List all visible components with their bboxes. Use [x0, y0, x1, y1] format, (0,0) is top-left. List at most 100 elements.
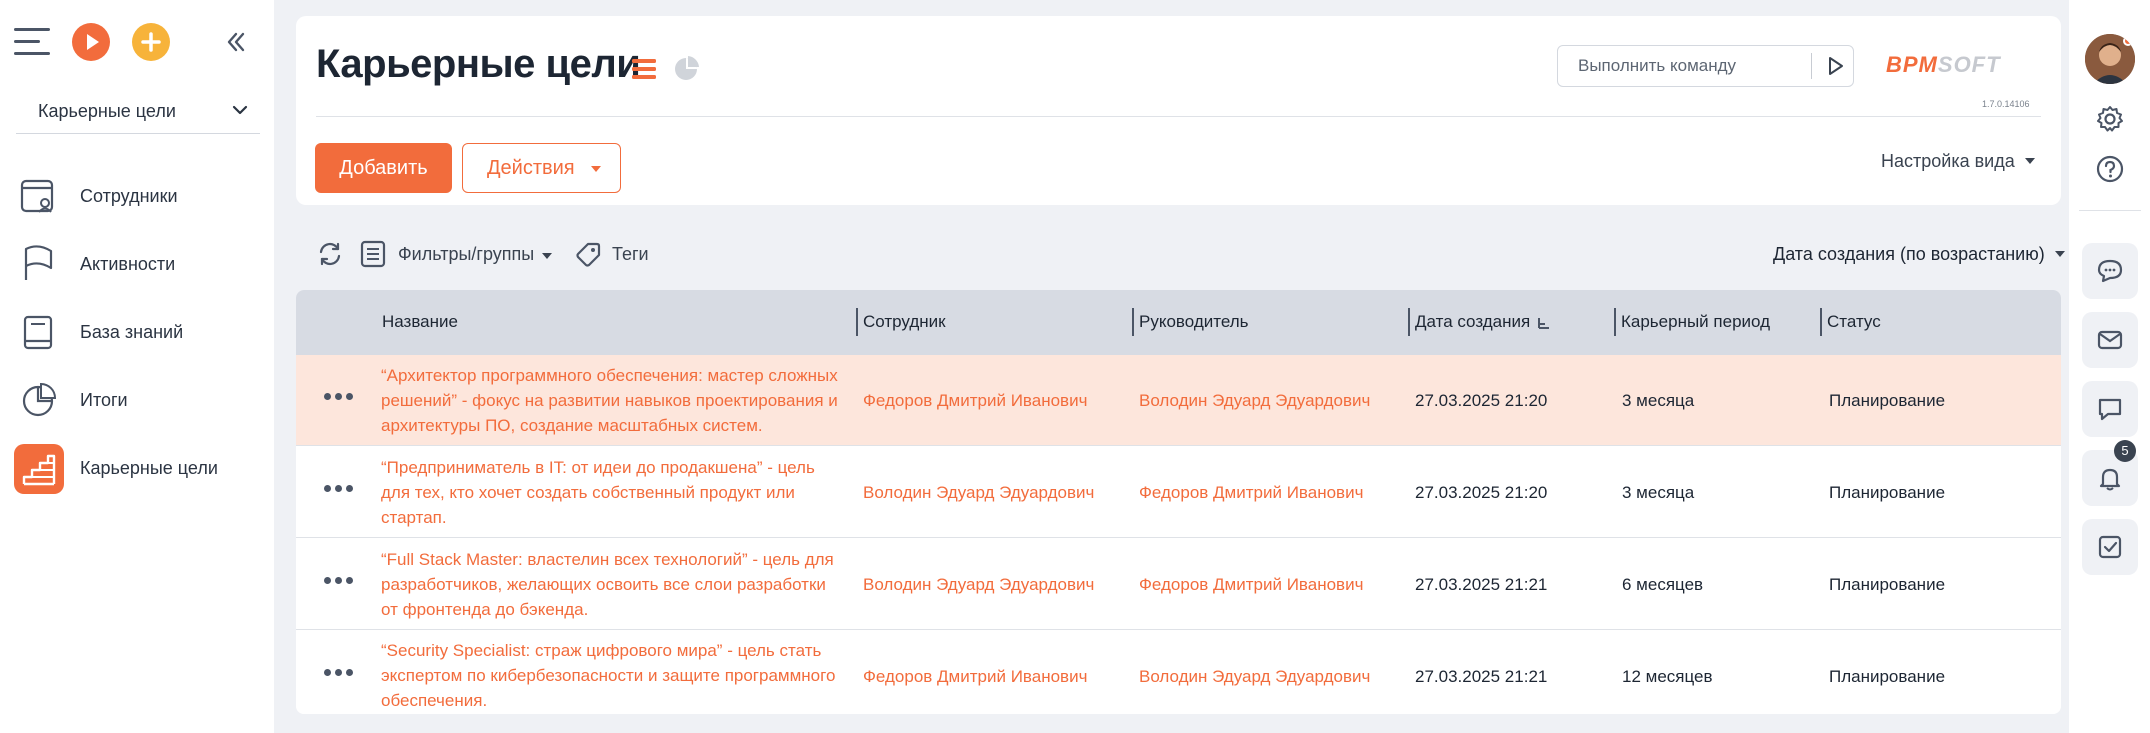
sidebar-item-label: Сотрудники [80, 186, 178, 206]
goal-name-link[interactable]: “Security Specialist: страж цифрового ми… [381, 638, 841, 713]
play-icon [87, 34, 99, 50]
collapse-sidebar-icon[interactable] [222, 28, 250, 56]
career-period: 6 месяцев [1622, 575, 1704, 594]
tasks-button[interactable] [2082, 519, 2138, 575]
manager-link[interactable]: Федоров Дмитрий Иванович [1139, 480, 1363, 505]
goal-name-link[interactable]: “Архитектор программного обеспечения: ма… [381, 363, 841, 438]
table-row[interactable]: “Архитектор программного обеспечения: ма… [296, 355, 2061, 446]
manager-link[interactable]: Володин Эдуард Эдуардович [1139, 664, 1370, 689]
rail-divider [2079, 210, 2141, 211]
column-resizer[interactable] [1820, 308, 1822, 336]
sidebar-item-activities[interactable]: Активности [14, 236, 264, 304]
status-value: Планирование [1829, 575, 1946, 594]
menu-icon[interactable] [14, 28, 50, 56]
row-actions-icon[interactable] [324, 393, 354, 403]
flag-icon [24, 245, 53, 280]
manager-link[interactable]: Федоров Дмитрий Иванович [1139, 572, 1363, 597]
pie-chart-icon [22, 382, 57, 417]
comment-icon [2098, 398, 2122, 421]
command-input[interactable] [1558, 46, 1808, 86]
employee-link[interactable]: Федоров Дмитрий Иванович [863, 388, 1087, 413]
sidebar-item-label: Карьерные цели [80, 458, 218, 478]
sidebar-item-label: Активности [80, 254, 176, 274]
goal-name-link[interactable]: “Full Stack Master: властелин всех техно… [381, 547, 841, 622]
employee-link[interactable]: Володин Эдуард Эдуардович [863, 572, 1094, 597]
comments-button[interactable] [2082, 381, 2138, 437]
manager-link[interactable]: Володин Эдуард Эдуардович [1139, 388, 1370, 413]
task-check-icon [2098, 535, 2122, 559]
table-row[interactable]: “Security Specialist: страж цифрового ми… [296, 631, 2061, 714]
sidebar-item-career-goals[interactable]: Карьерные цели [14, 440, 264, 508]
page-title: Карьерные цели [316, 42, 641, 86]
column-header-manager[interactable]: Руководитель [1139, 312, 1249, 332]
column-resizer[interactable] [1408, 308, 1410, 336]
created-date: 27.03.2025 21:21 [1415, 575, 1548, 594]
view-settings-button[interactable]: Настройка вида [1881, 151, 2035, 172]
caret-down-icon [542, 253, 552, 259]
command-divider [1811, 53, 1812, 79]
sidebar-item-label: База знаний [80, 322, 184, 342]
row-actions-icon[interactable] [324, 485, 354, 495]
quick-add-button[interactable] [132, 23, 170, 61]
sidebar-nav: Сотрудники Активности База знаний Итоги … [14, 168, 264, 508]
page-header: Карьерные цели BPMSOFT 1.7.0.14106 Добав… [296, 16, 2061, 205]
tags-label: Теги [612, 244, 649, 264]
gear-icon[interactable] [2095, 104, 2125, 134]
run-process-button[interactable] [72, 23, 110, 61]
sort-button[interactable]: Дата создания (по возрастанию) [1773, 244, 2065, 265]
list-view-icon[interactable] [630, 56, 658, 82]
employee-link[interactable]: Володин Эдуард Эдуардович [863, 480, 1094, 505]
tag-icon [576, 242, 601, 267]
email-button[interactable] [2082, 312, 2138, 368]
column-resizer[interactable] [1132, 308, 1134, 336]
run-command-icon[interactable] [1816, 46, 1854, 86]
caret-down-icon [2054, 251, 2065, 257]
employee-card-icon [20, 179, 54, 213]
career-goals-grid: Название Сотрудник Руководитель Дата соз… [296, 290, 2061, 714]
column-header-career-period[interactable]: Карьерный период [1621, 312, 1770, 332]
sidebar-item-employees[interactable]: Сотрудники [14, 168, 264, 236]
sidebar-item-results[interactable]: Итоги [14, 372, 264, 440]
list-toolbar: Фильтры/группы Теги Дата создания (по во… [296, 232, 2065, 276]
table-row[interactable]: “Full Stack Master: властелин всех техно… [296, 539, 2061, 630]
grid-header: Название Сотрудник Руководитель Дата соз… [296, 290, 2061, 355]
header-divider [316, 116, 2041, 117]
employee-link[interactable]: Федоров Дмитрий Иванович [863, 664, 1087, 689]
column-resizer[interactable] [1614, 308, 1616, 336]
column-header-status[interactable]: Статус [1827, 312, 1881, 332]
sort-ascending-icon[interactable] [1537, 316, 1551, 330]
command-line [1557, 45, 1854, 87]
chat-bubbles-icon [2097, 259, 2123, 283]
status-value: Планирование [1829, 667, 1946, 686]
created-date: 27.03.2025 21:20 [1415, 483, 1548, 502]
left-sidebar: Карьерные цели Сотрудники Активности Баз… [0, 0, 274, 733]
career-period: 3 месяца [1622, 483, 1695, 502]
row-actions-icon[interactable] [324, 577, 354, 587]
row-actions-icon[interactable] [324, 669, 354, 679]
actions-button-label: Действия [487, 156, 575, 179]
help-icon[interactable] [2095, 154, 2125, 184]
sidebar-item-label: Итоги [80, 390, 128, 410]
column-header-name[interactable]: Название [382, 312, 458, 332]
filters-label: Фильтры/группы [398, 244, 535, 264]
goal-name-link[interactable]: “Предприниматель в IT: от идеи до продак… [381, 455, 841, 530]
column-header-created[interactable]: Дата создания [1415, 312, 1530, 332]
chat-button[interactable] [2082, 243, 2138, 299]
column-header-employee[interactable]: Сотрудник [863, 312, 946, 332]
refresh-icon[interactable] [316, 240, 344, 268]
section-select[interactable]: Карьерные цели [16, 88, 260, 134]
sort-label: Дата создания (по возрастанию) [1773, 244, 2045, 264]
brand-logo: BPMSOFT [1886, 52, 2001, 77]
status-dot [2123, 36, 2133, 46]
analytics-view-icon[interactable] [672, 55, 700, 83]
table-row[interactable]: “Предприниматель в IT: от идеи до продак… [296, 447, 2061, 538]
career-period: 12 месяцев [1622, 667, 1713, 686]
sidebar-item-knowledge-base[interactable]: База знаний [14, 304, 264, 372]
view-settings-label: Настройка вида [1881, 151, 2015, 171]
add-button[interactable]: Добавить [315, 143, 452, 193]
avatar[interactable] [2085, 34, 2135, 84]
actions-button[interactable]: Действия [462, 143, 621, 193]
status-value: Планирование [1829, 391, 1946, 410]
column-resizer[interactable] [856, 308, 858, 336]
right-rail: 5 [2069, 0, 2150, 733]
